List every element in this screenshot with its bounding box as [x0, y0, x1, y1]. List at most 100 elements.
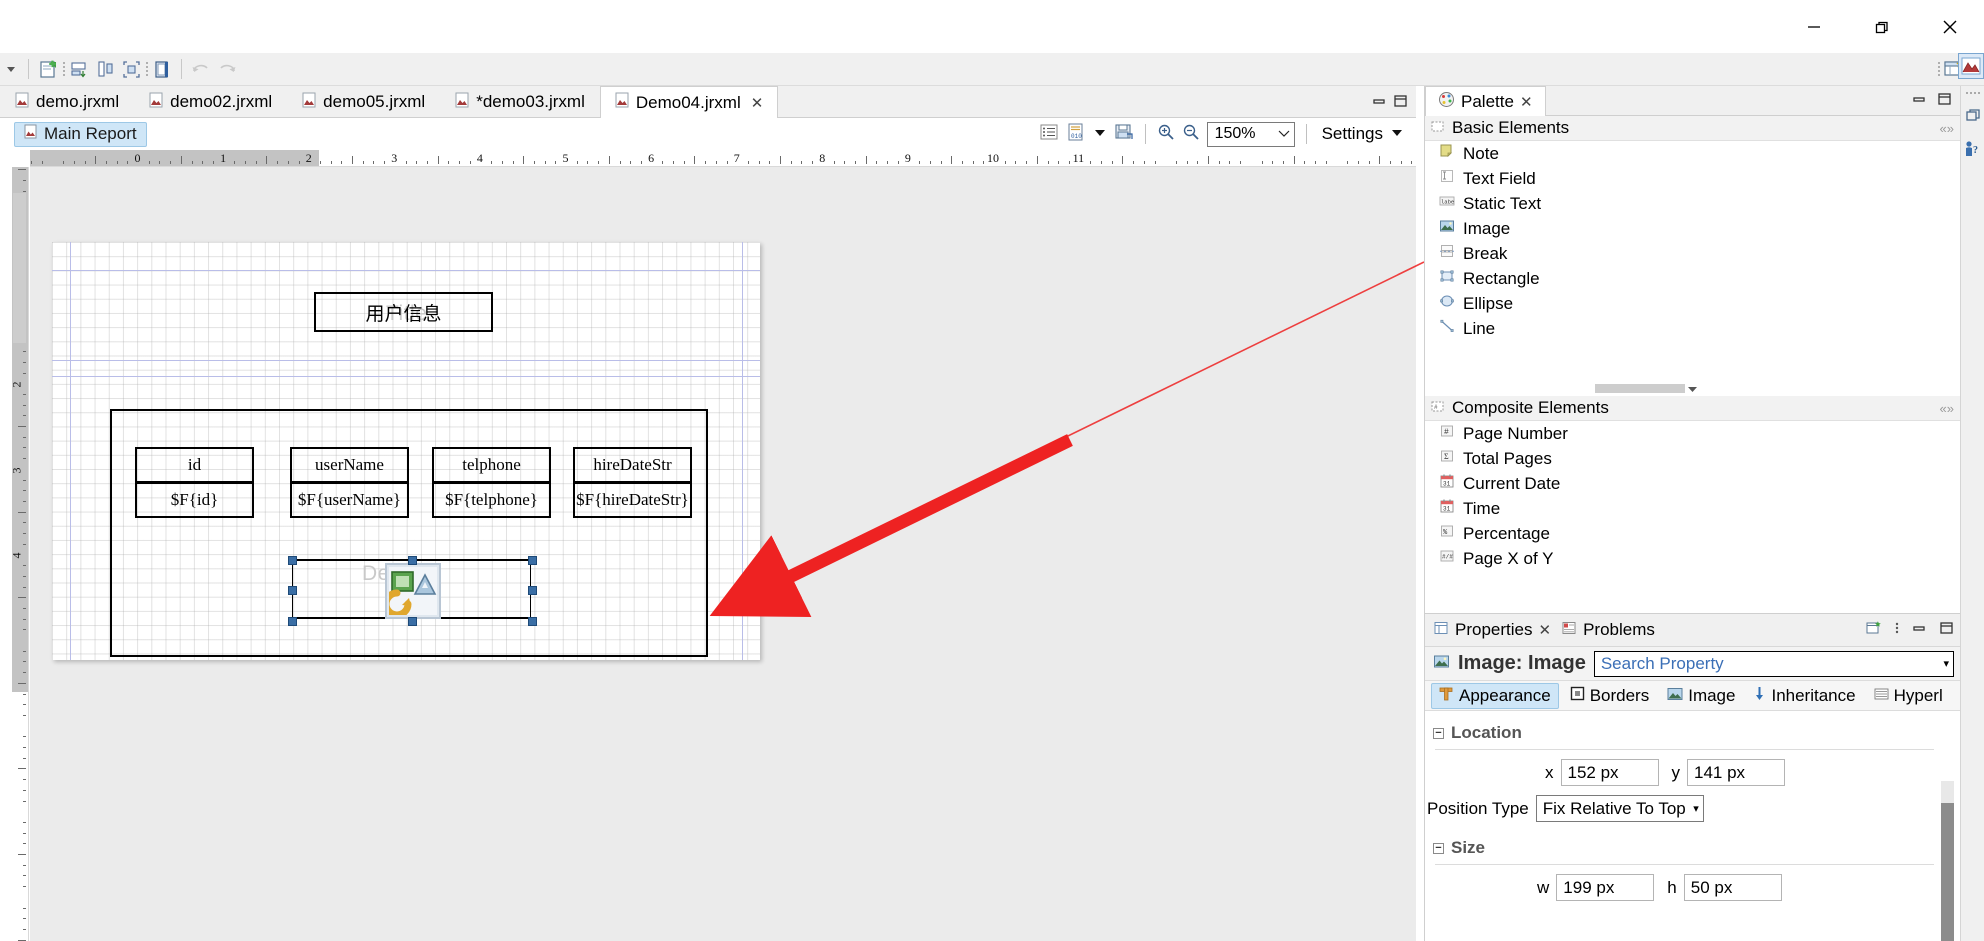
editor-tab-demo[interactable]: demo.jrxml [0, 86, 134, 117]
palette-item-note[interactable]: Note [1425, 141, 1960, 166]
w-field[interactable]: 199 px [1556, 874, 1654, 901]
x-field[interactable]: 152 px [1561, 759, 1659, 786]
palette-item-percentage[interactable]: % Percentage [1425, 521, 1960, 546]
palette-item-break[interactable]: Break [1425, 241, 1960, 266]
palette-scroll-thumb[interactable] [1595, 384, 1685, 393]
canvas-vertical-scrollbar[interactable] [12, 167, 29, 941]
palette-scroll-down-icon[interactable] [1683, 382, 1701, 395]
show-bands-icon[interactable] [1039, 123, 1059, 146]
resize-handle-s[interactable] [408, 617, 417, 626]
column-header-username[interactable]: userName [290, 447, 409, 483]
resize-handle-e[interactable] [528, 586, 537, 595]
tab-main-report[interactable]: Main Report [14, 122, 147, 147]
align-bottom-icon[interactable] [66, 56, 92, 82]
palette-maximize-icon[interactable] [1937, 91, 1952, 111]
title-static-text[interactable]: 用户信息 [314, 292, 493, 332]
palette-item-ellipse[interactable]: Ellipse [1425, 291, 1960, 316]
fit-selection-icon[interactable] [118, 56, 144, 82]
editor-minimize-icon[interactable] [1372, 93, 1387, 113]
properties-scroll-thumb[interactable] [1941, 803, 1954, 941]
zoom-level-combo[interactable]: 150% [1207, 122, 1295, 147]
tab-appearance[interactable]: Appearance [1431, 683, 1559, 709]
palette-item-page-x-of-y[interactable]: #/# Page X of Y [1425, 546, 1960, 571]
zoom-in-icon[interactable] [1157, 123, 1175, 146]
resize-handle-w[interactable] [288, 586, 297, 595]
properties-close-icon[interactable]: ✕ [1538, 621, 1551, 639]
properties-minimize-icon[interactable] [1912, 620, 1927, 640]
zoom-out-icon[interactable] [1182, 123, 1200, 146]
tab-hyperlink[interactable]: Hyperl [1867, 684, 1950, 708]
palette-item-line[interactable]: Line [1425, 316, 1960, 341]
section-collapse-icon[interactable]: «» [1940, 121, 1954, 136]
column-header-hiredatestr[interactable]: hireDateStr [573, 447, 692, 483]
location-group-title[interactable]: − Location [1425, 723, 1960, 743]
data-preview-icon[interactable]: 010 [1066, 123, 1086, 146]
search-property-input[interactable]: Search Property ▾ [1594, 651, 1954, 677]
editor-maximize-icon[interactable] [1393, 93, 1408, 113]
section-collapse-icon[interactable]: «» [1940, 401, 1954, 416]
palette-item-page-number[interactable]: # Page Number [1425, 421, 1960, 446]
properties-maximize-icon[interactable] [1939, 620, 1954, 640]
column-field-hiredatestr[interactable]: $F{hireDateStr} [573, 482, 692, 518]
resize-handle-nw[interactable] [288, 556, 297, 565]
tab-palette[interactable]: Palette ✕ [1425, 86, 1546, 116]
search-property-caret[interactable]: ▾ [1943, 657, 1949, 670]
preview-icon[interactable] [149, 56, 175, 82]
position-type-select[interactable]: Fix Relative To Top ▾ [1536, 795, 1704, 822]
column-header-id[interactable]: id [135, 447, 254, 483]
palette-section-composite-elements[interactable]: # Composite Elements «» [1425, 396, 1960, 421]
palette-item-rectangle[interactable]: Rectangle [1425, 266, 1960, 291]
horizontal-ruler[interactable]: 01234567891011 [30, 150, 1416, 167]
pin-properties-icon[interactable] [1865, 620, 1882, 641]
editor-tab-demo04[interactable]: Demo04.jrxml ✕ [600, 86, 778, 118]
palette-item-static-text[interactable]: label Static Text [1425, 191, 1960, 216]
palette-item-text-field[interactable]: Text Field [1425, 166, 1960, 191]
report-page[interactable]: Title 用户信息 Detail 1 id $F{id} userName [52, 242, 760, 660]
properties-menu-icon[interactable] [1894, 620, 1900, 641]
align-left-icon[interactable] [92, 56, 118, 82]
palette-item-current-date[interactable]: 31 Current Date [1425, 471, 1960, 496]
settings-button[interactable]: Settings [1318, 124, 1404, 144]
restore-button[interactable] [1848, 0, 1916, 53]
minimize-button[interactable] [1780, 0, 1848, 53]
editor-tab-demo05[interactable]: demo05.jrxml [287, 86, 440, 117]
palette-item-total-pages[interactable]: Σ Total Pages [1425, 446, 1960, 471]
resize-handle-sw[interactable] [288, 617, 297, 626]
y-field[interactable]: 141 px [1687, 759, 1785, 786]
palette-minimize-icon[interactable] [1912, 91, 1927, 111]
close-button[interactable] [1916, 0, 1984, 53]
column-field-username[interactable]: $F{userName} [290, 482, 409, 518]
editor-tab-demo03[interactable]: *demo03.jrxml [440, 86, 600, 117]
toolbar-overflow-caret[interactable] [0, 53, 22, 86]
palette-item-time[interactable]: 31 Time [1425, 496, 1960, 521]
report-canvas[interactable]: Title 用户信息 Detail 1 id $F{id} userName [30, 167, 1416, 941]
tab-problems[interactable]: Problems [1561, 620, 1655, 641]
h-field[interactable]: 50 px [1684, 874, 1782, 901]
image-element[interactable] [292, 559, 531, 619]
dataset-dropdown-caret[interactable] [1093, 124, 1107, 144]
resize-handle-ne[interactable] [528, 556, 537, 565]
column-field-id[interactable]: $F{id} [135, 482, 254, 518]
tab-borders[interactable]: Borders [1563, 684, 1657, 708]
report-design-perspective-button[interactable] [1958, 53, 1984, 79]
properties-scrollbar[interactable] [1941, 781, 1954, 941]
save-report-icon[interactable] [1114, 123, 1134, 146]
column-header-telphone[interactable]: telphone [432, 447, 551, 483]
editor-tab-demo02[interactable]: demo02.jrxml [134, 86, 287, 117]
palette-section-basic-elements[interactable]: Basic Elements «» [1425, 116, 1960, 141]
tab-image[interactable]: Image [1660, 684, 1742, 708]
resize-handle-n[interactable] [408, 556, 417, 565]
palette-item-image[interactable]: Image [1425, 216, 1960, 241]
tab-properties[interactable]: Properties ✕ [1433, 620, 1551, 641]
resize-handle-se[interactable] [528, 617, 537, 626]
editor-tab-close-icon[interactable]: ✕ [751, 94, 764, 112]
canvas-scroll-thumb[interactable] [13, 193, 26, 343]
new-report-icon[interactable] [35, 56, 61, 82]
report-outline-icon[interactable]: ? [1963, 139, 1983, 164]
tab-inheritance[interactable]: Inheritance [1746, 684, 1862, 708]
restore-perspective-icon[interactable] [1964, 107, 1982, 129]
location-expander-icon[interactable]: − [1433, 728, 1444, 739]
palette-close-icon[interactable]: ✕ [1520, 93, 1533, 111]
size-expander-icon[interactable]: − [1433, 843, 1444, 854]
size-group-title[interactable]: − Size [1425, 838, 1960, 858]
